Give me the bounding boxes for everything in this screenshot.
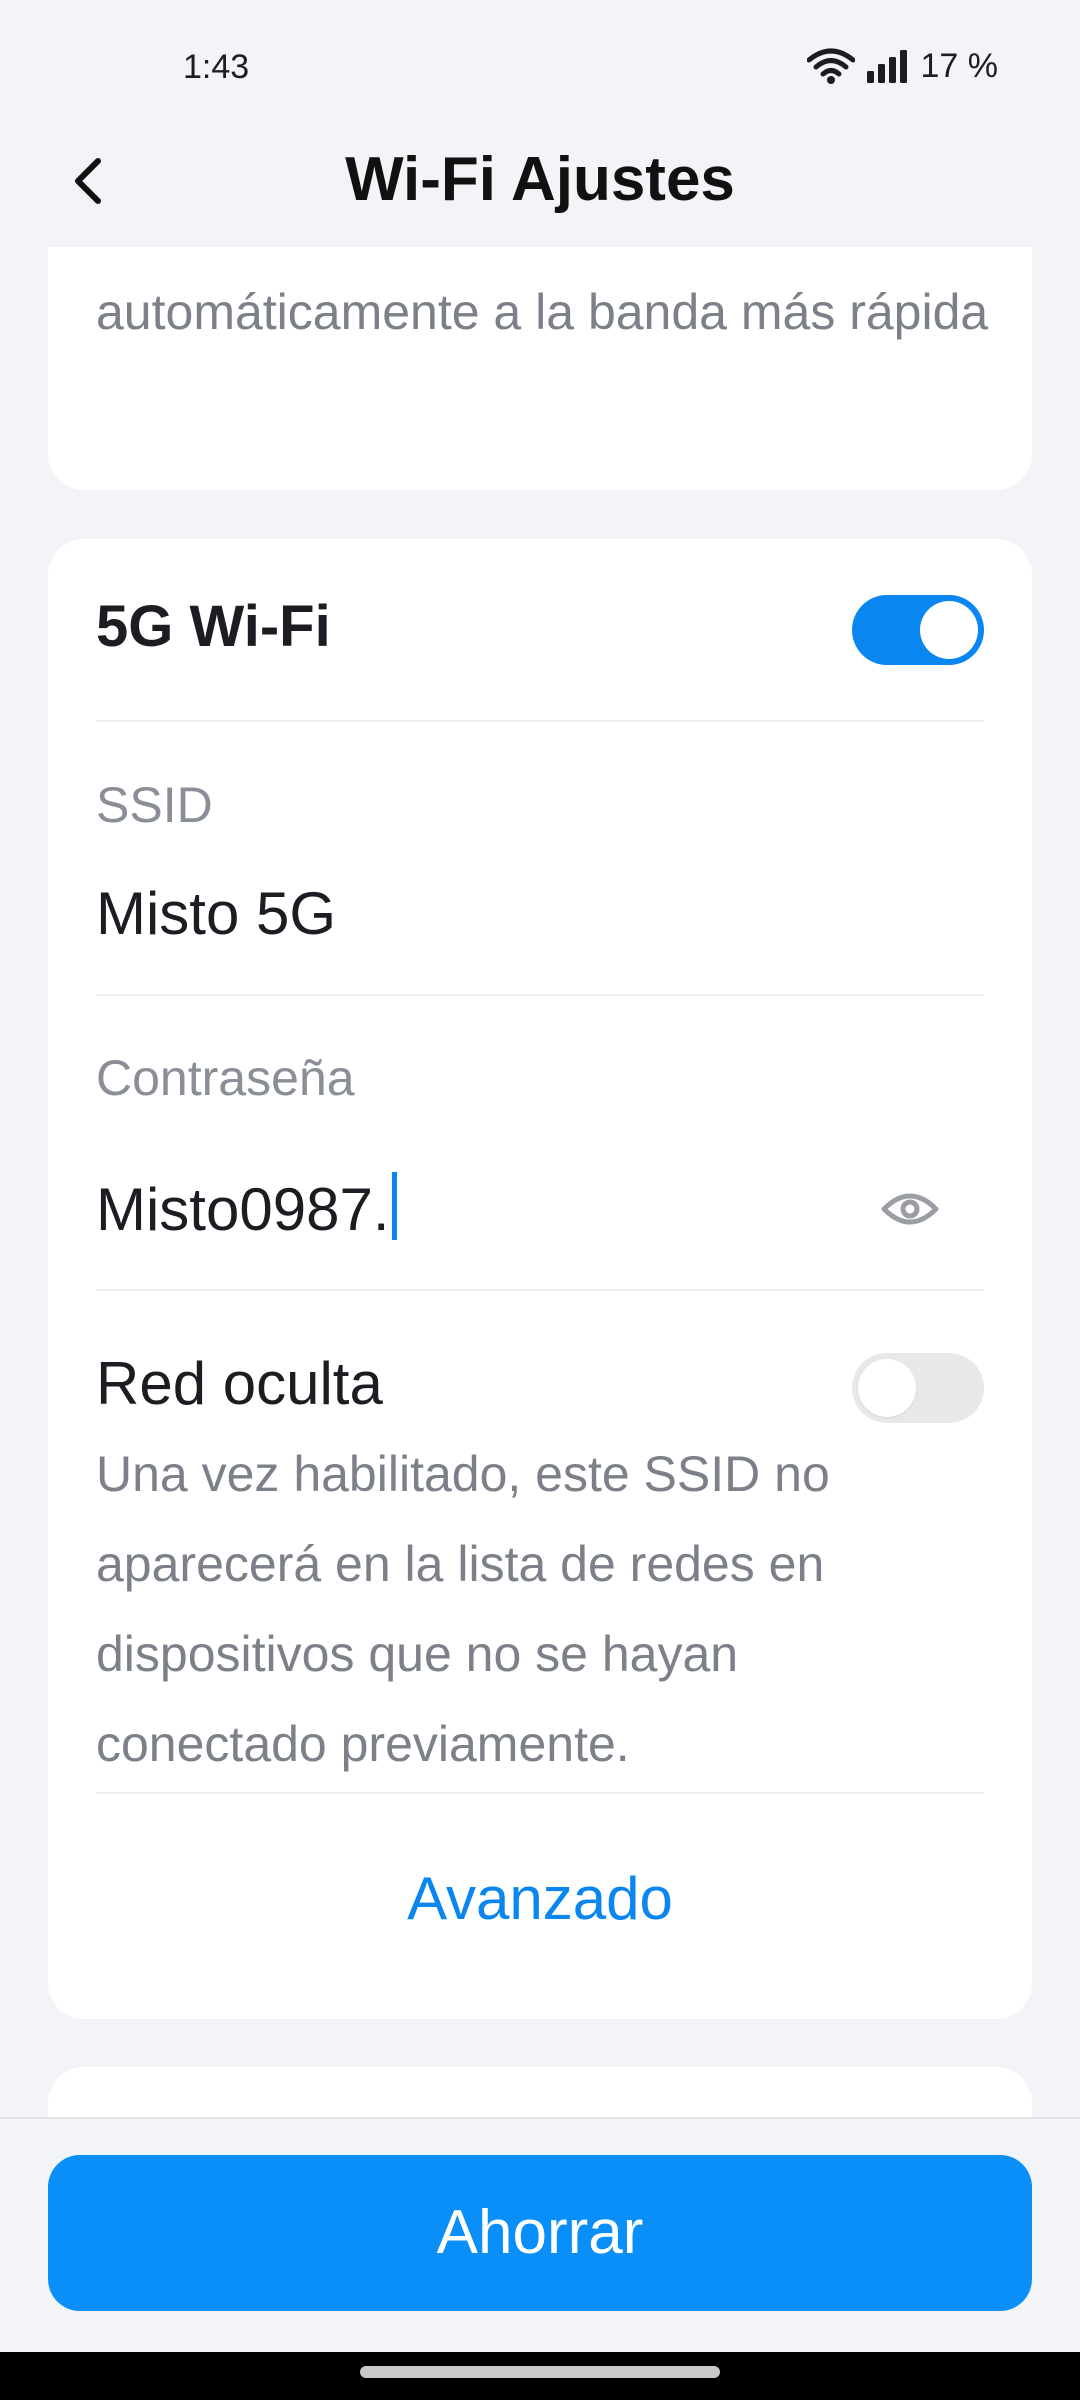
footer: Ahorrar	[0, 2117, 1080, 2352]
save-button[interactable]: Ahorrar	[48, 2155, 1032, 2311]
wifi-5g-card: 5G Wi-Fi SSID Misto 5G Contraseña Misto0…	[48, 539, 1032, 2019]
system-nav-bar	[0, 2352, 1080, 2400]
smart-connect-card: automáticamente a la banda más rápida	[48, 247, 1032, 490]
eye-icon	[881, 1193, 939, 1225]
password-value: Misto0987.	[96, 1176, 390, 1243]
smart-connect-description: automáticamente a la banda más rápida	[96, 284, 989, 340]
toggle-knob	[920, 601, 978, 659]
signal-icon	[866, 50, 907, 83]
status-icons: 17 %	[806, 46, 999, 86]
home-gesture-pill[interactable]	[360, 2366, 720, 2378]
divider	[96, 720, 984, 722]
toggle-knob	[858, 1359, 916, 1417]
hidden-network-toggle[interactable]	[852, 1353, 984, 1423]
page-title: Wi-Fi Ajustes	[345, 145, 735, 214]
divider	[96, 1289, 984, 1291]
wifi-icon	[806, 48, 855, 84]
hidden-network-description: Una vez habilitado, este SSID no aparece…	[96, 1446, 830, 1772]
status-time: 1:43	[183, 48, 250, 86]
ssid-input[interactable]: Misto 5G	[96, 879, 336, 948]
status-bar: 1:43 17 %	[0, 0, 1080, 135]
settings-content[interactable]: automáticamente a la banda más rápida 5G…	[0, 247, 1080, 2117]
wifi-5g-title: 5G Wi-Fi	[96, 594, 331, 659]
next-card	[48, 2067, 1032, 2117]
hidden-network-label: Red oculta	[96, 1350, 383, 1417]
text-cursor	[391, 1172, 397, 1240]
divider	[96, 1792, 984, 1794]
password-input[interactable]: Misto0987.	[96, 1172, 397, 1244]
ssid-label: SSID	[96, 777, 213, 833]
password-visibility-button[interactable]	[880, 1189, 940, 1229]
advanced-link[interactable]: Avanzado	[48, 1864, 1032, 1933]
divider	[96, 994, 984, 996]
battery-level: 17 %	[920, 46, 999, 85]
header: Wi-Fi Ajustes	[0, 135, 1080, 247]
password-label: Contraseña	[96, 1050, 355, 1106]
wifi-5g-toggle[interactable]	[852, 595, 984, 665]
